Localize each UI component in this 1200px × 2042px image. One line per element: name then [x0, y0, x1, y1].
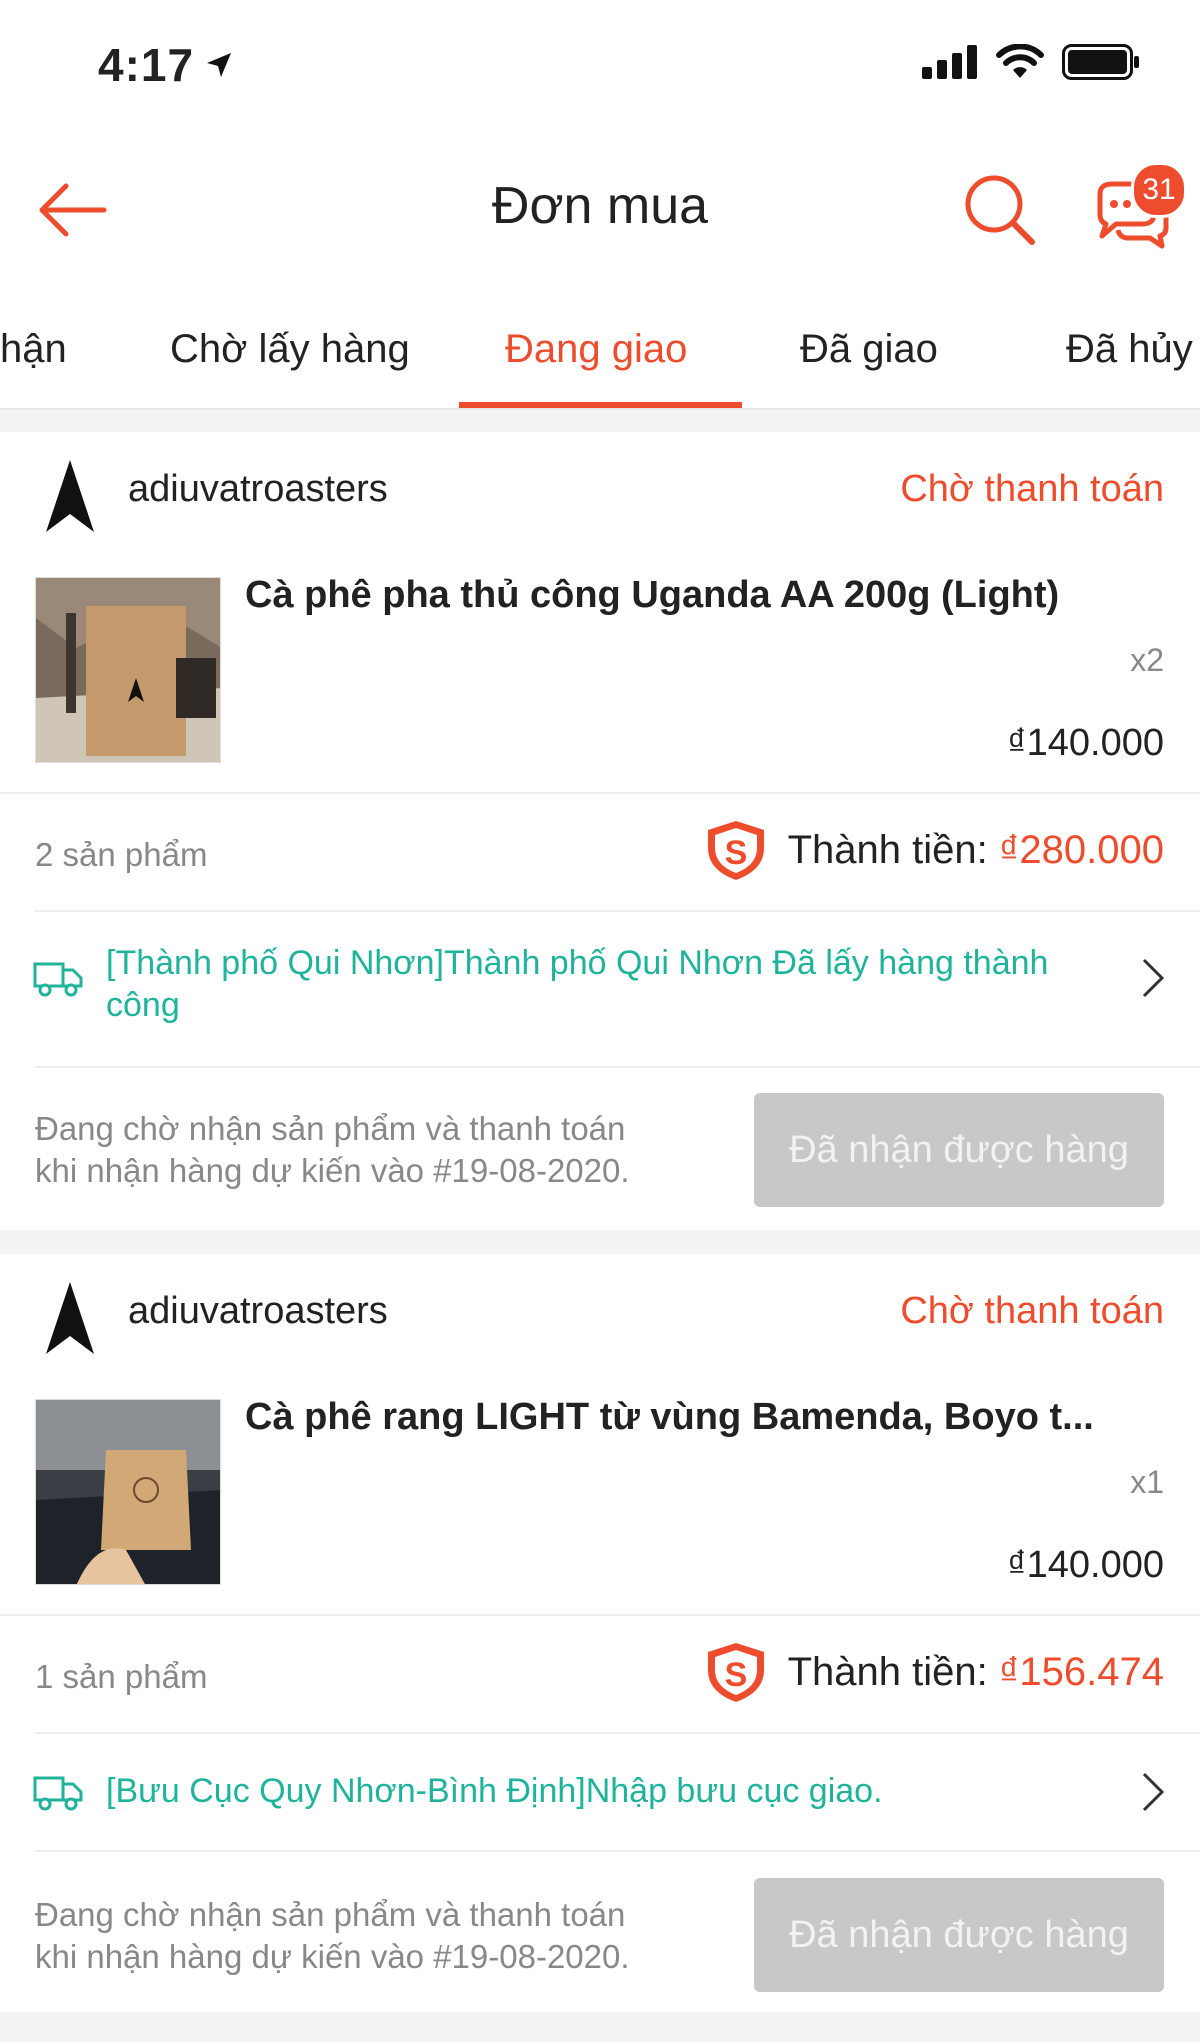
clock: 4:17 [98, 38, 234, 92]
order-card[interactable]: adiuvatroasters Chờ thanh toán Cà phê ra… [0, 1254, 1200, 2012]
item-count: 1 sản phẩm [35, 1658, 208, 1695]
shipping-status-row[interactable]: [Bưu Cục Quy Nhơn-Bình Định]Nhập bưu cục… [0, 1734, 1200, 1850]
divider [0, 792, 1200, 794]
delivery-estimate-line2: khi nhận hàng dự kiến vào #19-08-2020. [35, 1938, 630, 1975]
chat-unread-badge: 31 [1131, 162, 1187, 218]
search-button[interactable] [962, 172, 1038, 248]
tab-shipping[interactable]: Đang giao [505, 290, 687, 408]
shop-name[interactable]: adiuvatroasters [128, 1290, 388, 1333]
order-received-button[interactable]: Đã nhận được hàng [754, 1878, 1164, 1992]
product-price: ₫140.000 [1007, 722, 1164, 764]
delivery-estimate: Đang chờ nhận sản phẩm và thanh toán khi… [35, 1108, 735, 1192]
tab-waiting-confirmation[interactable]: hận [0, 290, 67, 408]
order-status: Chờ thanh toán [900, 1290, 1164, 1332]
product-thumbnail[interactable] [35, 1399, 221, 1585]
product-thumbnail[interactable] [35, 577, 221, 763]
location-arrow-icon [207, 53, 232, 77]
app-header: Đơn mua [0, 130, 1200, 290]
active-tab-indicator [459, 402, 742, 408]
order-card[interactable]: adiuvatroasters Chờ thanh toán Cà phê ph… [0, 432, 1200, 1230]
total-label: Thành tiền: [787, 827, 988, 872]
shop-name[interactable]: adiuvatroasters [128, 468, 388, 511]
shopee-guarantee-shield-icon: S [707, 821, 764, 880]
delivery-estimate-line2: khi nhận hàng dự kiến vào #19-08-2020. [35, 1152, 630, 1189]
delivery-truck-icon [33, 1776, 83, 1811]
item-count: 2 sản phẩm [35, 836, 208, 873]
product-name[interactable]: Cà phê pha thủ công Uganda AA 200g (Ligh… [245, 574, 1165, 617]
svg-text:S: S [724, 1656, 747, 1694]
product-quantity: x1 [1130, 1464, 1164, 1500]
cellular-signal-icon [922, 45, 977, 79]
product-image [36, 578, 220, 762]
total-label: Thành tiền: [787, 1649, 988, 1694]
delivery-estimate: Đang chờ nhận sản phẩm và thanh toán khi… [35, 1894, 735, 1978]
search-icon [965, 175, 1035, 245]
divider [35, 1066, 1200, 1068]
order-total: S Thành tiền: ₫156.474 [704, 1640, 1164, 1704]
chevron-right-icon [1142, 1772, 1165, 1812]
tab-waiting-pickup[interactable]: Chờ lấy hàng [170, 290, 410, 408]
order-received-button[interactable]: Đã nhận được hàng [754, 1093, 1164, 1207]
shipping-status-text: [Bưu Cục Quy Nhơn-Bình Định]Nhập bưu cục… [106, 1772, 883, 1810]
product-name[interactable]: Cà phê rang LIGHT từ vùng Bamenda, Boyo … [245, 1396, 1165, 1439]
delivery-estimate-line1: Đang chờ nhận sản phẩm và thanh toán [35, 1110, 626, 1147]
order-tabs: hận Chờ lấy hàng Đang giao Đã giao Đã hủ… [0, 290, 1200, 410]
chevron-right-icon [1142, 958, 1165, 998]
order-status: Chờ thanh toán [900, 468, 1164, 510]
clock-time: 4:17 [98, 39, 195, 91]
shop-logo-icon [46, 460, 94, 532]
product-image [36, 1400, 220, 1584]
status-bar: 4:17 [0, 0, 1200, 130]
shop-logo-icon [46, 1282, 94, 1354]
svg-text:S: S [724, 834, 747, 872]
shipping-status-row[interactable]: [Thành phố Qui Nhơn]Thành phố Qui Nhơn Đ… [0, 912, 1200, 1048]
total-value: ₫280.000 [998, 827, 1164, 872]
product-price: ₫140.000 [1007, 1544, 1164, 1586]
tab-delivered[interactable]: Đã giao [800, 290, 938, 408]
shipping-status-text: [Thành phố Qui Nhơn]Thành phố Qui Nhơn Đ… [106, 944, 1049, 1024]
divider [35, 1850, 1200, 1852]
delivery-truck-icon [33, 962, 83, 997]
divider [0, 1614, 1200, 1616]
order-total: S Thành tiền: ₫280.000 [704, 818, 1164, 882]
tab-cancelled[interactable]: Đã hủy [1066, 290, 1193, 408]
product-quantity: x2 [1130, 642, 1164, 678]
delivery-estimate-line1: Đang chờ nhận sản phẩm và thanh toán [35, 1896, 626, 1933]
wifi-icon [996, 44, 1044, 78]
shopee-guarantee-shield-icon: S [707, 1643, 764, 1702]
total-value: ₫156.474 [998, 1649, 1164, 1694]
status-icons [922, 44, 1140, 80]
battery-icon [1062, 44, 1139, 80]
